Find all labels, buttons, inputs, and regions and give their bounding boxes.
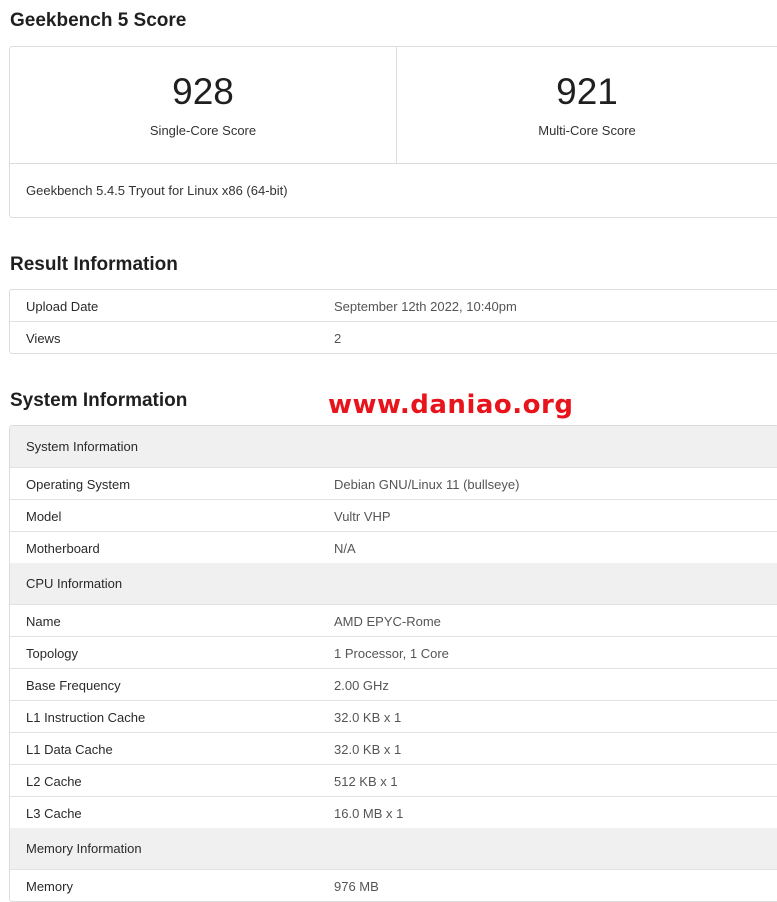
result-card: Upload Date September 12th 2022, 10:40pm…: [9, 289, 777, 354]
single-core-label: Single-Core Score: [149, 123, 257, 138]
table-row: Model Vultr VHP: [10, 500, 777, 532]
section-title: System Information: [26, 439, 138, 454]
row-key: Memory: [26, 879, 73, 894]
table-row: Views 2: [10, 322, 777, 353]
multi-core-label: Multi-Core Score: [538, 123, 636, 138]
row-value: AMD EPYC-Rome: [334, 614, 441, 629]
row-value: 512 KB x 1: [334, 774, 398, 789]
watermark: www.daniao.org: [328, 390, 574, 420]
table-row: Memory 976 MB: [10, 870, 777, 901]
score-heading: Geekbench 5 Score: [10, 10, 187, 31]
section-header: Memory Information: [10, 828, 777, 870]
result-heading: Result Information: [10, 254, 178, 275]
row-value: 976 MB: [334, 879, 379, 894]
row-value: 2: [334, 331, 342, 346]
multi-core-score: 921 Multi-Core Score: [397, 47, 777, 163]
section-header: CPU Information: [10, 563, 777, 605]
row-key: Upload Date: [26, 299, 99, 314]
section-header: System Information: [10, 426, 777, 468]
version-text: Geekbench 5.4.5 Tryout for Linux x86 (64…: [26, 183, 288, 198]
row-value: 32.0 KB x 1: [334, 710, 402, 725]
row-key: Name: [26, 614, 61, 629]
table-row: Motherboard N/A: [10, 532, 777, 563]
table-row: Base Frequency 2.00 GHz: [10, 669, 777, 701]
row-key: Views: [26, 331, 61, 346]
section-title: CPU Information: [26, 576, 123, 591]
row-key: Topology: [26, 646, 79, 661]
table-row: Upload Date September 12th 2022, 10:40pm: [10, 290, 777, 322]
table-row: L3 Cache 16.0 MB x 1: [10, 797, 777, 828]
table-row: Topology 1 Processor, 1 Core: [10, 637, 777, 669]
score-card: 928 Single-Core Score 921 Multi-Core Sco…: [9, 46, 777, 218]
row-key: Operating System: [26, 477, 131, 492]
row-key: Base Frequency: [26, 678, 121, 693]
table-row: L1 Instruction Cache 32.0 KB x 1: [10, 701, 777, 733]
row-key: L1 Instruction Cache: [26, 710, 146, 725]
row-value: Debian GNU/Linux 11 (bullseye): [334, 477, 520, 492]
single-core-value: 928: [172, 71, 234, 112]
table-row: L1 Data Cache 32.0 KB x 1: [10, 733, 777, 765]
row-key: L2 Cache: [26, 774, 82, 789]
row-value: Vultr VHP: [334, 509, 391, 524]
row-value: September 12th 2022, 10:40pm: [334, 299, 517, 314]
row-value: 1 Processor, 1 Core: [334, 646, 449, 661]
multi-core-value: 921: [556, 71, 618, 112]
row-key: L3 Cache: [26, 806, 82, 821]
row-value: 16.0 MB x 1: [334, 806, 404, 821]
table-row: Operating System Debian GNU/Linux 11 (bu…: [10, 468, 777, 500]
section-title: Memory Information: [26, 841, 142, 856]
table-row: L2 Cache 512 KB x 1: [10, 765, 777, 797]
system-heading: System Information: [10, 390, 188, 411]
system-card: System Information Operating System Debi…: [9, 425, 777, 902]
row-key: Motherboard: [26, 541, 100, 556]
row-key: Model: [26, 509, 62, 524]
table-row: Name AMD EPYC-Rome: [10, 605, 777, 637]
version-row: Geekbench 5.4.5 Tryout for Linux x86 (64…: [10, 163, 777, 218]
row-value: 32.0 KB x 1: [334, 742, 402, 757]
row-key: L1 Data Cache: [26, 742, 113, 757]
single-core-score: 928 Single-Core Score: [10, 47, 397, 163]
row-value: N/A: [334, 541, 356, 556]
row-value: 2.00 GHz: [334, 678, 389, 693]
